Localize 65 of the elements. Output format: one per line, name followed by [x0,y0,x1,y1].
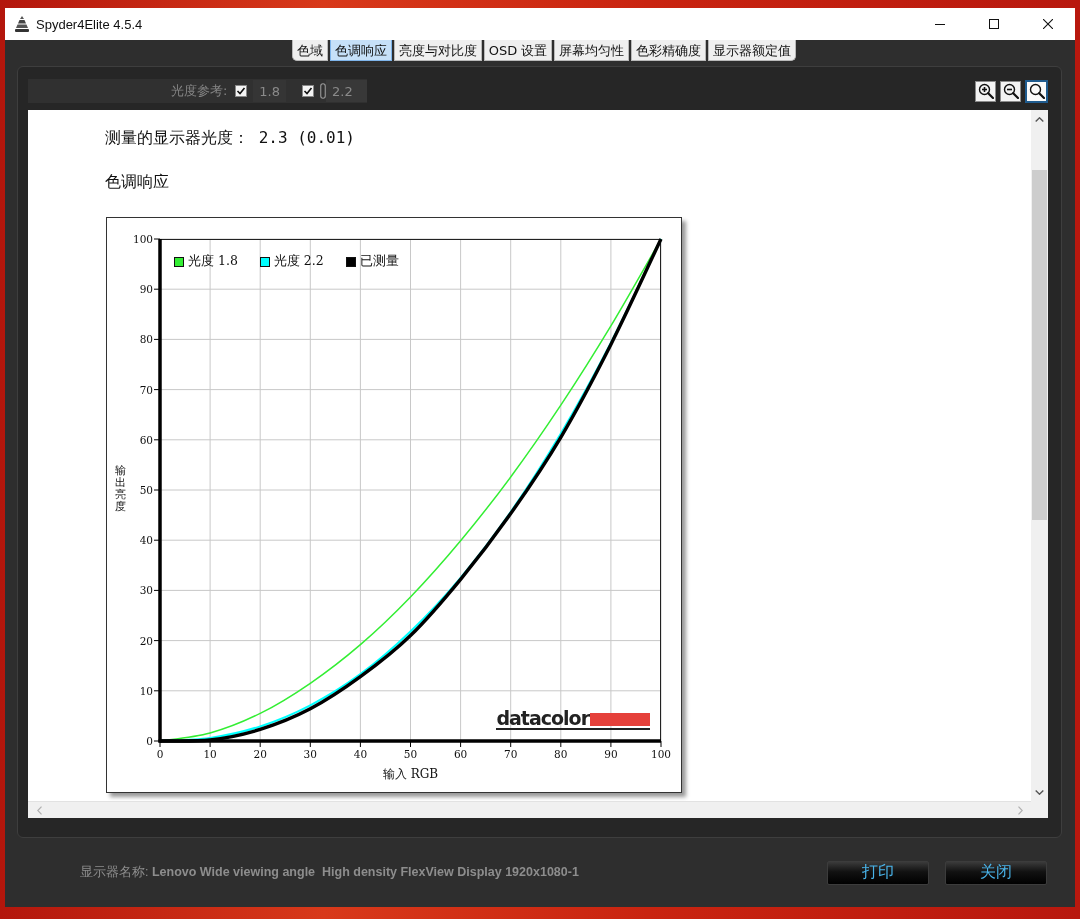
checkbox[interactable] [302,85,314,97]
close-icon [1043,19,1053,29]
section-heading: 色调响应 [105,172,170,192]
tick-label: 80 [139,333,153,346]
tick-label: 70 [504,748,518,760]
tab[interactable]: 色域 [291,40,328,61]
tick-label: 100 [132,233,153,245]
minimize-icon [935,23,945,25]
check-icon [236,86,247,96]
tick-label: 10 [139,684,153,697]
tab[interactable]: 显示器额定值 [708,40,797,61]
tick-label: 80 [554,748,568,760]
chevron-right-icon [1017,805,1023,815]
tab[interactable]: 色调响应 [329,40,392,61]
tick-label: 40 [139,534,153,547]
chevron-down-icon [1035,789,1044,795]
cone-icon [15,16,29,32]
window-title: Spyder4Elite 4.5.4 [36,16,143,32]
tick-label: 100 [651,748,671,760]
tick-label: 30 [139,584,153,597]
horizontal-scrollbar[interactable] [28,801,1031,818]
tick-label: 60 [453,748,468,760]
tick-label: 20 [139,634,153,647]
legend-label: 已测量 [359,253,399,270]
zoom-in-button[interactable] [975,80,996,102]
dialog-button[interactable]: 关闭 [945,860,1047,885]
logo-wordmark: datacolor [496,709,589,727]
tick-label: 40 [353,748,368,760]
tick-label: 70 [139,383,153,396]
axis-title: 输出亮度 [115,465,126,514]
tick-label: 60 [139,433,153,446]
axis-title: 输入 RGB [382,767,439,781]
chevron-up-icon [1035,116,1044,122]
tick-label: 50 [403,748,418,760]
zoom-fit-button[interactable] [1025,79,1048,103]
vertical-scrollbar[interactable] [1031,110,1048,801]
tick-label: 0 [146,735,153,747]
gamma-reference-label: 光度参考: [170,82,228,100]
tab[interactable]: 屏幕均匀性 [554,40,630,61]
zoom-out-button[interactable] [1000,80,1021,102]
logo-stripe-icon [590,713,650,726]
check-icon [303,86,313,96]
tick-label: 90 [604,748,618,760]
display-name-text: 显示器名称: Lenovo Wide viewing angle High density FlexView Display 1920x1080-1 [80,864,579,881]
legend-label: 光度 1.8 [188,253,238,270]
tab[interactable]: 色彩精确度 [631,40,707,61]
gamma-value-field[interactable]: 1.8 [253,80,286,102]
tab[interactable]: 亮度与对比度 [393,40,482,61]
tick-label: 90 [139,283,153,296]
tick-label: 10 [203,748,217,760]
zoom-out-icon [1002,83,1019,99]
dialog-button[interactable]: 打印 [827,860,929,885]
measured-gamma-text: 测量的显示器光度： 2.3 (0.01) [105,128,356,148]
magnifier-icon [1028,83,1045,99]
tick-label: 20 [253,748,267,760]
maximize-icon [989,19,999,29]
scroll-thumb[interactable] [1032,170,1047,520]
zoom-in-icon [977,83,994,99]
tick-label: 50 [139,484,153,496]
checkbox[interactable] [235,85,248,97]
tab[interactable]: OSD 设置 [483,40,553,61]
tick-label: 0 [156,748,164,760]
tick-label: 30 [303,748,317,760]
chevron-left-icon [36,805,42,815]
legend-label: 光度 2.2 [273,253,324,270]
